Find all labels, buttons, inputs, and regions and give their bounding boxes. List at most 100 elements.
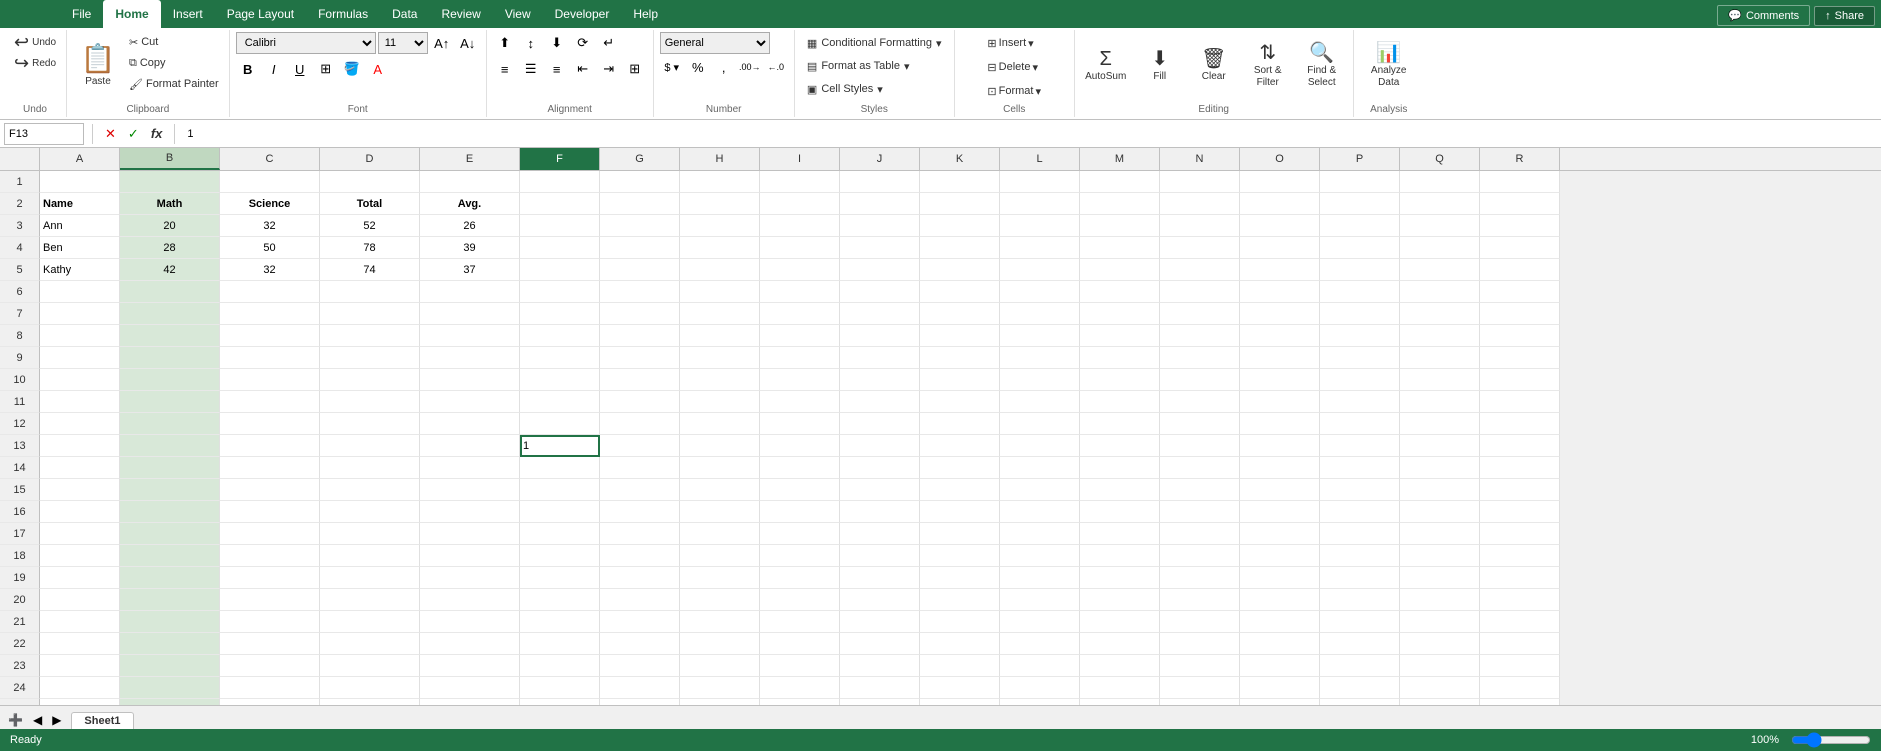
cell-E10[interactable]: [420, 369, 520, 391]
col-header-D[interactable]: D: [320, 148, 420, 170]
cell-N5[interactable]: [1160, 259, 1240, 281]
cell-H19[interactable]: [680, 567, 760, 589]
autosum-button[interactable]: Σ AutoSum: [1081, 32, 1131, 98]
confirm-icon[interactable]: ✓: [124, 124, 143, 144]
cell-P18[interactable]: [1320, 545, 1400, 567]
cell-H24[interactable]: [680, 677, 760, 699]
cell-G11[interactable]: [600, 391, 680, 413]
cell-P19[interactable]: [1320, 567, 1400, 589]
cell-Q21[interactable]: [1400, 611, 1480, 633]
row-header-7[interactable]: 7: [0, 303, 40, 325]
cell-K24[interactable]: [920, 677, 1000, 699]
cell-N19[interactable]: [1160, 567, 1240, 589]
comma-button[interactable]: ,: [712, 56, 736, 78]
cell-D1[interactable]: [320, 171, 420, 193]
cell-D5[interactable]: 74: [320, 259, 420, 281]
cell-H12[interactable]: [680, 413, 760, 435]
align-bottom-button[interactable]: ⬇: [545, 32, 569, 54]
cell-I19[interactable]: [760, 567, 840, 589]
cell-L14[interactable]: [1000, 457, 1080, 479]
col-header-C[interactable]: C: [220, 148, 320, 170]
cell-J17[interactable]: [840, 523, 920, 545]
row-header-12[interactable]: 12: [0, 413, 40, 435]
cell-B8[interactable]: [120, 325, 220, 347]
row-header-2[interactable]: 2: [0, 193, 40, 215]
cell-A4[interactable]: Ben: [40, 237, 120, 259]
cell-C17[interactable]: [220, 523, 320, 545]
cell-D7[interactable]: [320, 303, 420, 325]
cell-M3[interactable]: [1080, 215, 1160, 237]
cell-O4[interactable]: [1240, 237, 1320, 259]
cell-P11[interactable]: [1320, 391, 1400, 413]
cell-N6[interactable]: [1160, 281, 1240, 303]
col-header-Q[interactable]: Q: [1400, 148, 1480, 170]
cell-P17[interactable]: [1320, 523, 1400, 545]
cell-K22[interactable]: [920, 633, 1000, 655]
cell-F3[interactable]: [520, 215, 600, 237]
cell-B19[interactable]: [120, 567, 220, 589]
cell-M16[interactable]: [1080, 501, 1160, 523]
redo-button[interactable]: ↪ Redo: [10, 53, 60, 73]
cell-A8[interactable]: [40, 325, 120, 347]
row-header-8[interactable]: 8: [0, 325, 40, 347]
cell-M7[interactable]: [1080, 303, 1160, 325]
cell-J8[interactable]: [840, 325, 920, 347]
cell-N24[interactable]: [1160, 677, 1240, 699]
tab-developer[interactable]: Developer: [543, 0, 622, 28]
tab-file[interactable]: File: [60, 0, 103, 28]
cell-E15[interactable]: [420, 479, 520, 501]
cell-F9[interactable]: [520, 347, 600, 369]
cell-B1[interactable]: [120, 171, 220, 193]
cell-O19[interactable]: [1240, 567, 1320, 589]
cell-P13[interactable]: [1320, 435, 1400, 457]
cell-C6[interactable]: [220, 281, 320, 303]
cell-styles-button[interactable]: ▣ Cell Styles ▾: [801, 78, 889, 100]
cell-J10[interactable]: [840, 369, 920, 391]
cell-C8[interactable]: [220, 325, 320, 347]
decrease-font-button[interactable]: A↓: [456, 32, 480, 54]
cell-R23[interactable]: [1480, 655, 1560, 677]
cell-Q6[interactable]: [1400, 281, 1480, 303]
cell-G13[interactable]: [600, 435, 680, 457]
cell-A9[interactable]: [40, 347, 120, 369]
cell-reference-input[interactable]: [4, 123, 84, 145]
cell-K18[interactable]: [920, 545, 1000, 567]
cell-E23[interactable]: [420, 655, 520, 677]
cell-C9[interactable]: [220, 347, 320, 369]
cell-Q11[interactable]: [1400, 391, 1480, 413]
cell-O15[interactable]: [1240, 479, 1320, 501]
decrease-decimal-button[interactable]: ←.0: [764, 56, 788, 78]
cell-C23[interactable]: [220, 655, 320, 677]
cell-C16[interactable]: [220, 501, 320, 523]
sheet-nav-right[interactable]: ▶: [48, 711, 65, 729]
cell-M9[interactable]: [1080, 347, 1160, 369]
cell-G8[interactable]: [600, 325, 680, 347]
cell-R15[interactable]: [1480, 479, 1560, 501]
cell-N11[interactable]: [1160, 391, 1240, 413]
cell-Q4[interactable]: [1400, 237, 1480, 259]
cell-F14[interactable]: [520, 457, 600, 479]
cell-M19[interactable]: [1080, 567, 1160, 589]
cell-M11[interactable]: [1080, 391, 1160, 413]
cell-I24[interactable]: [760, 677, 840, 699]
col-header-A[interactable]: A: [40, 148, 120, 170]
row-header-9[interactable]: 9: [0, 347, 40, 369]
cell-C13[interactable]: [220, 435, 320, 457]
cell-I7[interactable]: [760, 303, 840, 325]
cell-G2[interactable]: [600, 193, 680, 215]
cell-Q18[interactable]: [1400, 545, 1480, 567]
cell-B23[interactable]: [120, 655, 220, 677]
cell-E17[interactable]: [420, 523, 520, 545]
cell-D11[interactable]: [320, 391, 420, 413]
cell-M1[interactable]: [1080, 171, 1160, 193]
cell-I6[interactable]: [760, 281, 840, 303]
cell-I12[interactable]: [760, 413, 840, 435]
row-header-16[interactable]: 16: [0, 501, 40, 523]
cell-F19[interactable]: [520, 567, 600, 589]
cell-I15[interactable]: [760, 479, 840, 501]
cell-H20[interactable]: [680, 589, 760, 611]
cell-C20[interactable]: [220, 589, 320, 611]
cell-P4[interactable]: [1320, 237, 1400, 259]
col-header-R[interactable]: R: [1480, 148, 1560, 170]
cell-A14[interactable]: [40, 457, 120, 479]
